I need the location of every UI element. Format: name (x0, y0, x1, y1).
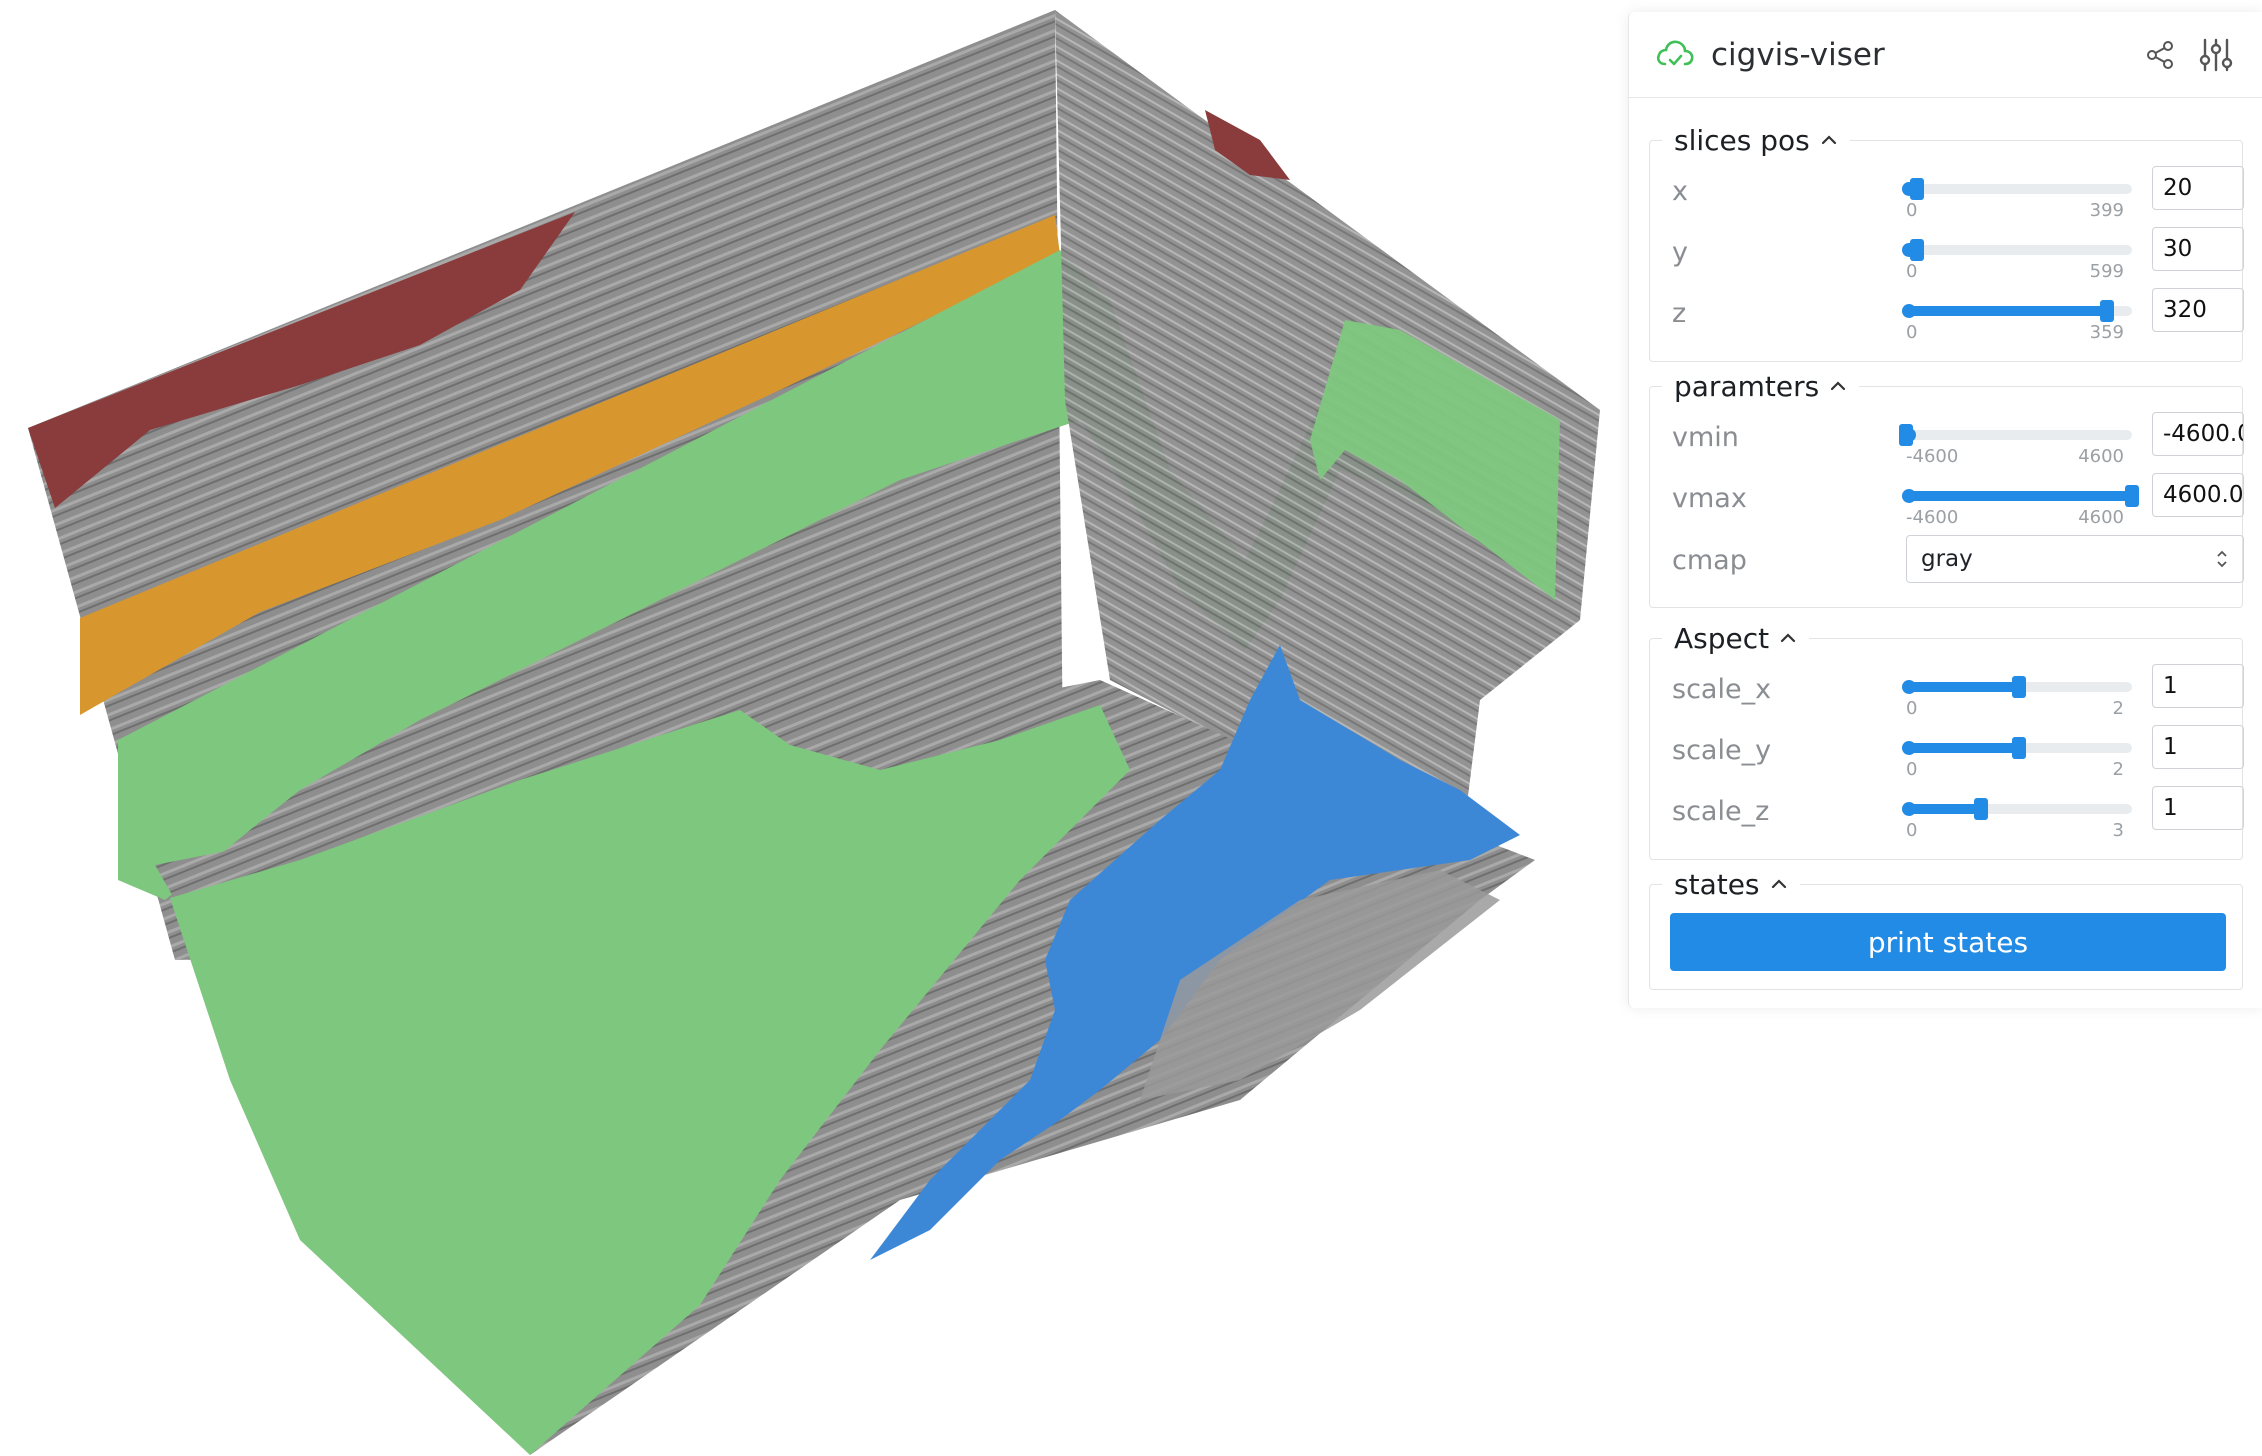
slider-label: vmax (1672, 483, 1747, 514)
slider-row-x: x 0 399 20 (1650, 166, 2244, 222)
cmap-select[interactable]: gray (1906, 535, 2244, 583)
cloud-check-icon (1655, 36, 1695, 74)
slider-vmax[interactable]: -4600 4600 (1902, 481, 2139, 528)
slider-label: vmin (1672, 422, 1739, 453)
folder-toggle-slices-pos[interactable]: slices pos (1662, 123, 1850, 157)
slider-max-label: 3 (2112, 820, 2124, 841)
folder-slices-pos: slices pos x 0 399 20 y 0 599 30 z 0 359… (1649, 123, 2244, 362)
slider-thumb[interactable] (2012, 676, 2026, 698)
folder-title: states (1674, 867, 1760, 901)
print-states-button[interactable]: print states (1670, 913, 2226, 971)
folder-states: states print states (1649, 867, 2243, 990)
slider-min-label: 0 (1906, 200, 1918, 221)
slider-min-label: 0 (1906, 820, 1918, 841)
slider-max-label: 4600 (2078, 446, 2124, 467)
slider-label: scale_x (1672, 674, 1772, 705)
folder-title: Aspect (1674, 621, 1770, 655)
slider-min-label: 0 (1906, 698, 1918, 719)
folder-paramters: paramters vmin -4600 4600 -4600.0 vmax -… (1649, 369, 2244, 608)
slider-vmin[interactable]: -4600 4600 (1899, 420, 2132, 467)
app-title: cigvis-viser (1711, 36, 1885, 73)
slider-min-label: 0 (1906, 759, 1918, 780)
slider-scale-y[interactable]: 0 2 (1902, 733, 2132, 780)
slider-min-label: 0 (1906, 322, 1918, 343)
chevron-up-icon (1771, 879, 1786, 889)
slider-row-vmax: vmax -4600 4600 4600.0 (1650, 473, 2244, 529)
slider-row-scale-x: scale_x 0 2 1 (1650, 664, 2244, 720)
sliders-icon[interactable] (2196, 35, 2236, 75)
slider-thumb[interactable] (1910, 178, 1925, 200)
slider-label: y (1672, 237, 1688, 268)
folder-toggle-states[interactable]: states (1662, 867, 1800, 901)
slider-min-label: -4600 (1906, 446, 1959, 467)
chevron-up-icon (1831, 381, 1846, 391)
control-panel: cigvis-viser slices pos x 0 399 20 y 0 5… (1628, 12, 2262, 1008)
input-x[interactable]: 20 (2152, 166, 2244, 210)
select-row-cmap: cmap gray (1650, 535, 2244, 591)
input-y[interactable]: 30 (2152, 227, 2244, 271)
input-scale-z[interactable]: 1 (2152, 786, 2244, 830)
slider-label: scale_y (1672, 735, 1772, 766)
slider-max-label: 2 (2112, 759, 2124, 780)
slider-thumb[interactable] (2100, 300, 2115, 322)
input-scale-y[interactable]: 1 (2152, 725, 2244, 769)
slider-max-label: 399 (2089, 200, 2124, 221)
slider-max-label: 4600 (2078, 507, 2124, 528)
input-scale-x[interactable]: 1 (2152, 664, 2244, 708)
slider-label: scale_z (1672, 796, 1770, 827)
input-z[interactable]: 320 (2152, 288, 2244, 332)
slider-z[interactable]: 0 359 (1902, 296, 2132, 343)
slider-scale-x[interactable]: 0 2 (1902, 672, 2132, 719)
slider-row-scale-y: scale_y 0 2 1 (1650, 725, 2244, 781)
seismic-volume-canvas[interactable] (0, 0, 1620, 1456)
slider-min-label: 0 (1906, 261, 1918, 282)
chevron-up-icon (1781, 633, 1796, 643)
slider-label: x (1672, 176, 1688, 207)
slider-label: z (1672, 298, 1687, 329)
slider-row-vmin: vmin -4600 4600 -4600.0 (1650, 412, 2244, 468)
select-label: cmap (1672, 545, 1747, 576)
slider-thumb[interactable] (1910, 239, 1925, 261)
folder-toggle-aspect[interactable]: Aspect (1662, 621, 1810, 655)
input-vmax[interactable]: 4600.0 (2152, 473, 2244, 517)
slider-row-y: y 0 599 30 (1650, 227, 2244, 283)
folder-title: paramters (1674, 369, 1820, 403)
selector-icon (2217, 550, 2227, 568)
slider-row-z: z 0 359 320 (1650, 288, 2244, 344)
slider-thumb[interactable] (1974, 798, 1989, 820)
slider-scale-z[interactable]: 0 3 (1902, 794, 2132, 841)
3d-viewport[interactable] (0, 0, 1620, 1456)
slider-max-label: 2 (2112, 698, 2124, 719)
folder-toggle-paramters[interactable]: paramters (1662, 369, 1860, 403)
folder-title: slices pos (1674, 123, 1810, 157)
input-vmin[interactable]: -4600.0 (2152, 412, 2244, 456)
panel-header: cigvis-viser (1629, 12, 2262, 98)
slider-thumb[interactable] (2125, 485, 2139, 507)
share-icon[interactable] (2140, 35, 2180, 75)
slider-max-label: 599 (2089, 261, 2124, 282)
slider-thumb[interactable] (1899, 424, 1913, 446)
slider-y[interactable]: 0 599 (1902, 235, 2132, 282)
slider-x[interactable]: 0 399 (1902, 174, 2132, 221)
slider-max-label: 359 (2089, 322, 2124, 343)
slider-min-label: -4600 (1906, 507, 1959, 528)
cmap-value: gray (1921, 546, 1973, 572)
slider-row-scale-z: scale_z 0 3 1 (1650, 786, 2244, 842)
chevron-up-icon (1821, 135, 1836, 145)
slider-thumb[interactable] (2012, 737, 2026, 759)
folder-aspect: Aspect scale_x 0 2 1 scale_y 0 2 1 scale… (1649, 621, 2244, 860)
